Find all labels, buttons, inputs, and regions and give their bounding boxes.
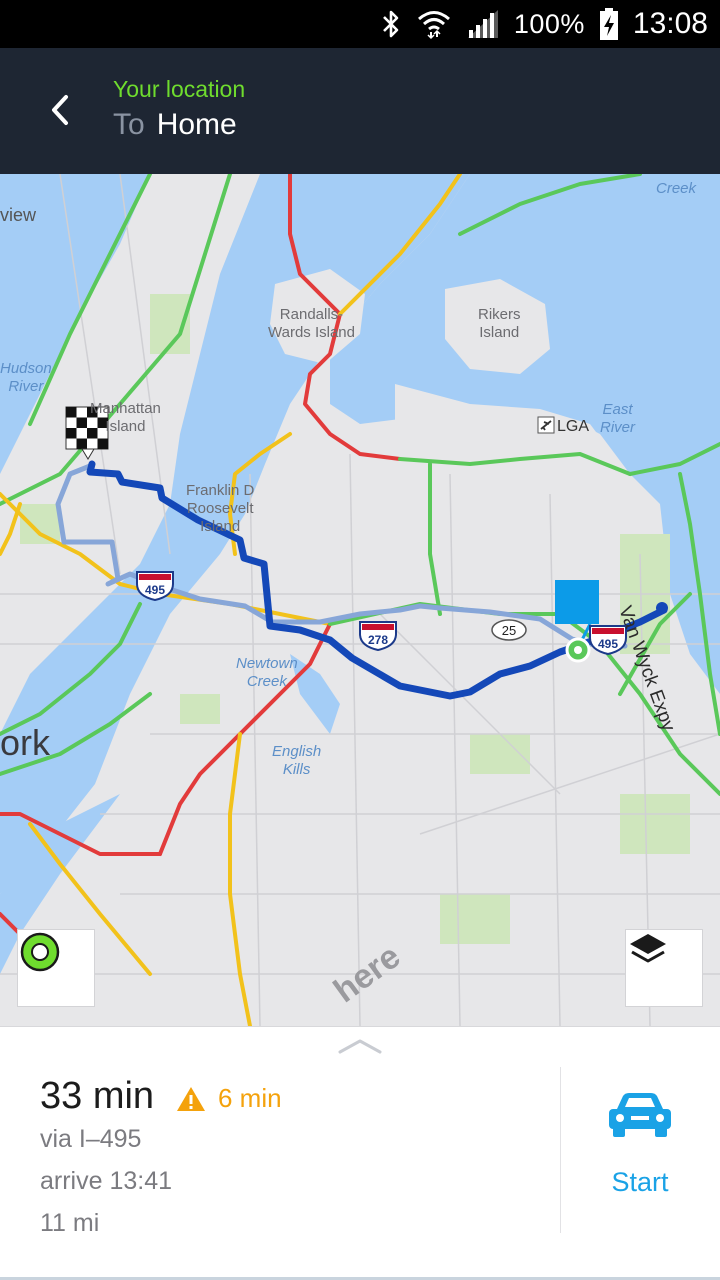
park-7 (180, 694, 220, 724)
signal-icon (467, 10, 498, 38)
start-label: Start (611, 1167, 669, 1197)
destination-field[interactable]: To Home (113, 108, 237, 142)
park-2 (20, 504, 60, 544)
panel-divider (560, 1067, 561, 1233)
traffic-delay-value: 6 min (218, 1083, 282, 1113)
route-distance: 11 mi (40, 1209, 100, 1237)
route-duration: 33 min (40, 1075, 155, 1117)
battery-charging-icon (599, 8, 618, 40)
bluetooth-icon (382, 10, 399, 38)
map-label-hudson: Hudson River (0, 360, 52, 395)
destination-prefix: To (113, 108, 145, 141)
map-label-creek: Creek (656, 180, 697, 197)
svg-text:495: 495 (598, 637, 618, 651)
map-label-newtown: Newtown Creek (236, 655, 298, 690)
back-button[interactable] (30, 78, 90, 142)
map-label-lga: LGA (557, 418, 590, 435)
shield-495-west: 495 (136, 571, 174, 602)
car-icon (609, 1093, 671, 1137)
svg-text:25: 25 (502, 623, 516, 638)
chevron-left-icon (52, 95, 68, 125)
current-location-marker (555, 580, 599, 624)
destination-name: Home (156, 108, 237, 141)
layers-icon (630, 934, 666, 963)
here-logo: here (327, 937, 407, 1010)
map-label-english-kills: English Kills (272, 743, 322, 778)
airport-icon (537, 416, 555, 434)
clock: 13:08 (632, 7, 708, 40)
shield-25: 25 (491, 619, 527, 641)
route-header: Your location To Home (0, 48, 720, 174)
navigation-app: 100% 13:08 Your location To Home 495 278… (0, 0, 720, 1280)
route-summary-panel: 33 min 6 min via I–495 arrive 13:41 11 m… (0, 1026, 720, 1280)
shield-278: 278 (359, 621, 397, 652)
map-label-roosevelt: Franklin D Roosevelt Island (186, 482, 255, 535)
origin-field[interactable]: Your location (113, 76, 245, 103)
map-label-view: view (0, 205, 37, 225)
status-bar: 100% 13:08 (0, 0, 720, 48)
location-target-icon (20, 932, 60, 972)
map-label-rikers: Rikers Island (478, 306, 521, 341)
svg-text:278: 278 (368, 633, 388, 647)
traffic-delay: 6 min (176, 1083, 282, 1114)
map-canvas: 495 278 25 495 here (0, 174, 720, 1026)
svg-text:495: 495 (145, 583, 165, 597)
warning-icon (177, 1086, 205, 1111)
map-label-east-river: East River (600, 401, 636, 436)
battery-percent: 100% (513, 8, 585, 39)
start-navigation-button[interactable]: Start (575, 1071, 705, 1231)
park-5 (620, 794, 690, 854)
map-label-randalls: Randalls- Wards Island (268, 306, 355, 341)
park-6 (440, 894, 510, 944)
locate-me-button[interactable] (17, 929, 95, 1007)
route-arrival: arrive 13:41 (40, 1167, 173, 1195)
map-label-manhattan: Manhattan Island (90, 400, 161, 435)
chevron-up-icon[interactable] (338, 1037, 382, 1055)
map-layers-button[interactable] (625, 929, 703, 1007)
map-view[interactable]: 495 278 25 495 here view Hudson River Ma… (0, 174, 720, 1026)
route-via: via I–495 (40, 1125, 142, 1153)
map-label-york: ork (0, 722, 51, 763)
wifi-icon (417, 11, 450, 40)
